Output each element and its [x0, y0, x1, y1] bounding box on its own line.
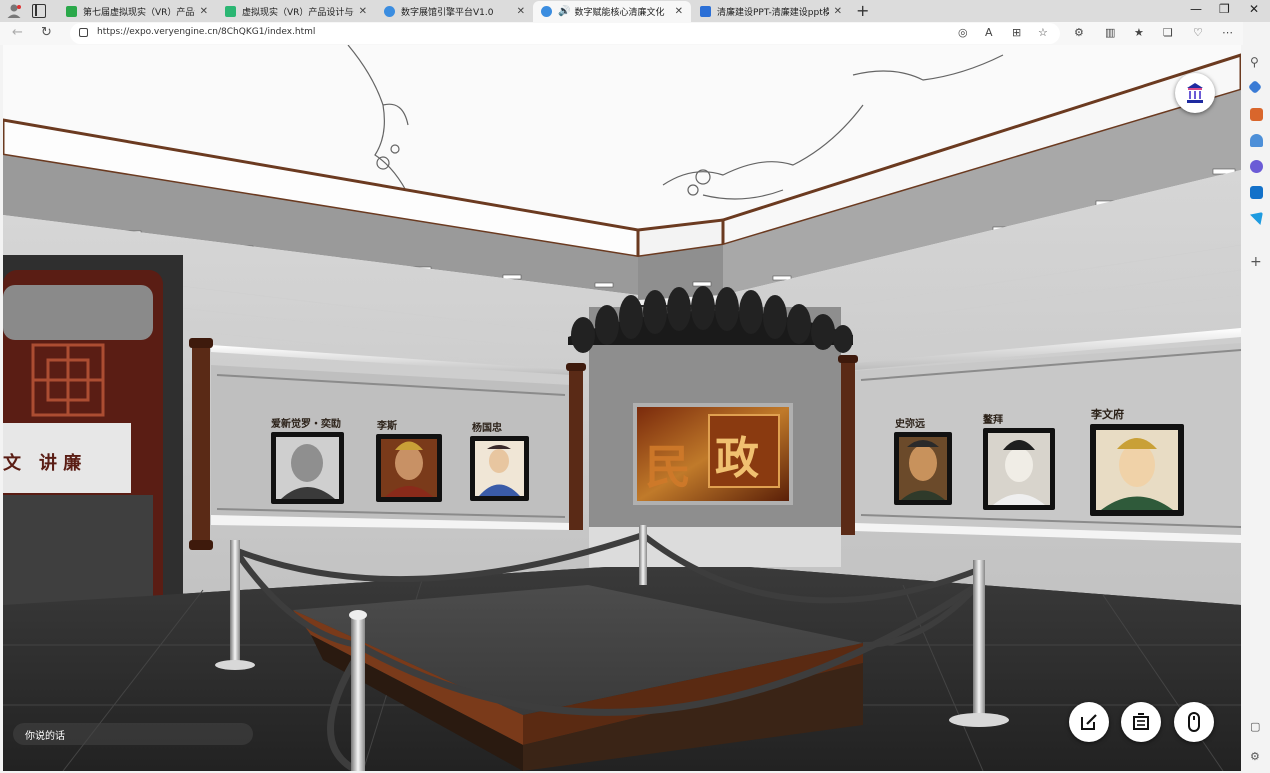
office-icon[interactable]	[1250, 160, 1263, 173]
portrait-label-left-2: 李斯	[376, 419, 397, 432]
people-icon[interactable]	[1250, 134, 1263, 147]
portrait-label-right-2: 鳌拜	[983, 413, 1003, 426]
sidebar-settings-icon[interactable]: ⚙	[1250, 750, 1263, 763]
shopping-tag-icon[interactable]	[1247, 79, 1263, 95]
lock-icon[interactable]	[79, 28, 88, 37]
speaker-icon[interactable]: 🔊	[558, 6, 570, 17]
profile-icon[interactable]	[6, 3, 22, 19]
close-window-button[interactable]: ✕	[1249, 2, 1259, 16]
more-menu-icon[interactable]: ⋯	[1222, 26, 1233, 39]
portrait-frame-left-2[interactable]	[376, 434, 442, 502]
feedback-icon[interactable]: ▢	[1250, 720, 1263, 733]
close-tab-icon[interactable]: ✕	[359, 6, 367, 17]
museum-logo-button[interactable]	[1175, 73, 1215, 113]
close-tab-icon[interactable]: ✕	[675, 6, 683, 17]
outlook-icon[interactable]	[1250, 186, 1263, 199]
mouse-mode-button[interactable]	[1174, 702, 1214, 742]
portrait-label-right-3: 李文府	[1090, 407, 1124, 421]
tab-favicon-icon	[66, 6, 77, 17]
edit-button[interactable]	[1069, 702, 1109, 742]
mouse-icon	[1188, 712, 1200, 732]
app-available-icon[interactable]: ⊞	[1012, 26, 1021, 39]
tools-icon[interactable]	[1250, 108, 1263, 121]
split-screen-icon[interactable]: ▥	[1105, 26, 1115, 39]
new-tab-button[interactable]: +	[856, 1, 869, 20]
left-sign-text: 讲 廉	[39, 452, 81, 474]
tab-favicon-icon	[700, 6, 711, 17]
sign-char-min: 民	[645, 440, 691, 494]
restore-button[interactable]: ❐	[1219, 2, 1230, 16]
add-sidebar-app-icon[interactable]: +	[1250, 254, 1263, 270]
temple-logo-icon	[1187, 83, 1203, 103]
close-tab-icon[interactable]: ✕	[834, 6, 842, 17]
close-tab-icon[interactable]: ✕	[517, 6, 525, 17]
tracking-icon[interactable]: ◎	[958, 26, 968, 39]
right-sidebar: ⚲ + ▢ ⚙	[1243, 22, 1270, 773]
sign-char-zheng: 政	[715, 433, 759, 484]
tab-favicon-icon	[225, 6, 236, 17]
portrait-label-left-1: 爱新觉罗・奕劻	[271, 417, 341, 430]
portrait-frame-right-3[interactable]	[1090, 424, 1184, 516]
address-bar: ← ↻ https://expo.veryengine.cn/8ChQKG1/i…	[0, 22, 1270, 45]
exhibition-viewport[interactable]: 爱新觉罗・奕劻 李斯 杨国忠 史弥远 鳌拜 李文府 民 政 文 讲 廉 你说的话	[3, 45, 1241, 771]
tab-1[interactable]: 虚拟现实（VR）产品设计与开发 ✕	[217, 1, 375, 22]
extensions-icon[interactable]: ⚙	[1074, 26, 1084, 39]
chat-input[interactable]: 你说的话	[13, 723, 253, 745]
edit-icon	[1081, 714, 1097, 730]
close-tab-icon[interactable]: ✕	[200, 6, 208, 17]
tab-actions-icon[interactable]	[32, 4, 46, 18]
refresh-icon[interactable]: ↻	[41, 25, 52, 40]
portrait-frame-right-2[interactable]	[983, 428, 1055, 510]
tab-3-active[interactable]: 🔊 数字赋能核心清廉文化 ✕	[533, 1, 691, 22]
favorite-star-icon[interactable]: ☆	[1038, 26, 1048, 39]
portrait-frame-right-1[interactable]	[894, 432, 952, 505]
favorites-icon[interactable]: ★	[1134, 26, 1144, 39]
board-icon	[1133, 713, 1149, 730]
tab-2[interactable]: 数字展馆引擎平台V1.0 ✕	[376, 1, 533, 22]
search-icon[interactable]: ⚲	[1250, 55, 1263, 69]
send-icon[interactable]	[1250, 212, 1263, 225]
collections-icon[interactable]: ❏	[1163, 26, 1173, 39]
read-aloud-icon[interactable]: A	[985, 26, 993, 39]
portrait-label-right-1: 史弥远	[895, 417, 925, 430]
board-button[interactable]	[1121, 702, 1161, 742]
tab-4[interactable]: 清廉建设PPT-清廉建设ppt模板下 ✕	[692, 1, 850, 22]
minimize-button[interactable]: —	[1190, 2, 1202, 16]
center-video-screen[interactable]: 民 政	[633, 403, 793, 505]
portrait-label-left-3: 杨国忠	[472, 421, 502, 434]
url-field[interactable]: https://expo.veryengine.cn/8ChQKG1/index…	[70, 23, 1060, 44]
tab-favicon-icon	[541, 6, 552, 17]
portrait-frame-left-3[interactable]	[470, 436, 529, 501]
back-icon[interactable]: ←	[12, 25, 23, 40]
left-sign-prefix: 文	[3, 452, 22, 474]
portrait-frame-left-1[interactable]	[271, 432, 344, 504]
tab-strip: 第七届虚拟现实（VR）产品设计 ✕ 虚拟现实（VR）产品设计与开发 ✕ 数字展馆…	[0, 0, 1270, 22]
tab-0[interactable]: 第七届虚拟现实（VR）产品设计 ✕	[58, 1, 216, 22]
browser-essentials-icon[interactable]: ♡	[1193, 26, 1203, 39]
exhibition-hall-scene: 爱新觉罗・奕劻 李斯 杨国忠 史弥远 鳌拜 李文府 民 政 文 讲 廉	[3, 45, 1241, 771]
tab-favicon-icon	[384, 6, 395, 17]
